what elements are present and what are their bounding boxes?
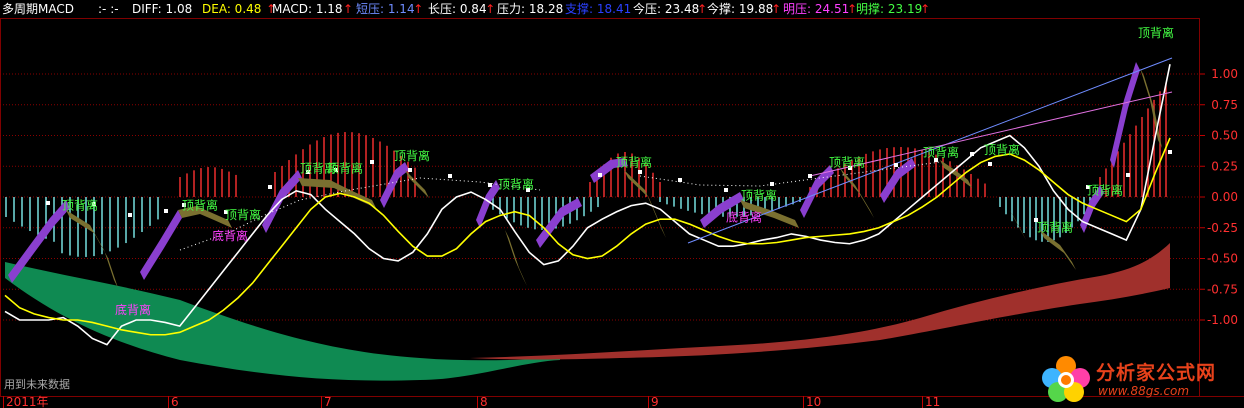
- signal-dot: [970, 152, 974, 156]
- flower-logo-icon: [1042, 356, 1090, 402]
- header-item-8: 今撑: 19.88: [707, 2, 774, 16]
- x-tick-label: 7: [324, 395, 332, 408]
- red-band: [470, 243, 1170, 360]
- header-item-4: 长压: 0.84: [428, 2, 487, 16]
- macd-ribbon: [536, 198, 582, 248]
- signal-dot: [128, 213, 132, 217]
- signal-dot: [894, 163, 898, 167]
- macd-bands: [5, 243, 1170, 381]
- x-tick-label: 10: [806, 395, 821, 408]
- annotation-label: 顶背离: [225, 207, 261, 222]
- annotation-label: 顶背离: [327, 160, 363, 175]
- y-tick-label: 1.00: [1211, 67, 1238, 81]
- y-tick-label: -0.50: [1207, 252, 1238, 266]
- up-arrow-icon: ↑: [343, 2, 354, 16]
- signal-dot: [164, 209, 168, 213]
- up-arrow-icon: ↑: [485, 2, 496, 16]
- signal-dot: [370, 160, 374, 164]
- footer-note: 用到未来数据: [4, 378, 70, 391]
- header-item-5: 压力: 18.28: [497, 2, 564, 16]
- signal-dot: [678, 178, 682, 182]
- annotation-label: 顶背离: [62, 197, 98, 212]
- macd-ribbon: [800, 165, 834, 218]
- x-tick-label: 11: [925, 395, 940, 408]
- annotation-label: 顶背离: [1037, 219, 1073, 234]
- signal-dot: [448, 174, 452, 178]
- x-tick-label: 6: [171, 395, 179, 408]
- annotation-label: 底背离: [212, 228, 248, 243]
- annotation-label: 顶背离: [498, 176, 534, 191]
- indicator-separator: :- :-: [98, 2, 119, 16]
- annotation-label: 顶背离: [741, 187, 777, 202]
- up-arrow-icon: ↑: [697, 2, 708, 16]
- signal-dot: [1126, 173, 1130, 177]
- indicator-title: 多周期MACD: [2, 2, 74, 16]
- y-tick-label: -0.75: [1207, 282, 1238, 296]
- signal-dot: [988, 162, 992, 166]
- x-tick-label: 9: [651, 395, 659, 408]
- macd-ribbon: [405, 170, 454, 248]
- signal-dot: [268, 185, 272, 189]
- signal-dot: [808, 174, 812, 178]
- macd-histogram: [5, 62, 1167, 288]
- macd-ribbon: [1040, 230, 1076, 270]
- signal-dot: [638, 170, 642, 174]
- header-item-0: DIFF: 1.08: [132, 2, 193, 16]
- macd-ribbon: [940, 160, 972, 188]
- header-item-9: 明压: 24.51: [783, 2, 850, 16]
- signal-dot: [408, 168, 412, 172]
- indicator-header: 多周期MACD :- :- DIFF: 1.08 DEA: 0.48 ↑ MACD: …: [0, 0, 1200, 18]
- signal-dot: [46, 201, 50, 205]
- header-item-2: MACD: 1.18: [272, 2, 343, 16]
- y-tick-label: -1.00: [1207, 313, 1238, 327]
- header-item-1: DEA: 0.48: [202, 2, 262, 16]
- site-logo: 分析家公式网 www.88gs.com: [1038, 352, 1238, 404]
- header-item-10: 明撑: 23.19: [856, 2, 923, 16]
- annotation-label: 顶背离: [616, 154, 652, 169]
- y-tick-label: 0.00: [1211, 190, 1238, 204]
- annotation-label: 顶背离: [394, 148, 430, 163]
- header-item-7: 今压: 23.48: [633, 2, 700, 16]
- macd-ribbon: [1000, 190, 1026, 240]
- macd-chart: 顶背离 顶背离顶背离底背离顶背离顶背离顶背离顶背离顶背离顶背离底背离顶背离顶背离顶…: [0, 18, 1244, 408]
- annotation-label: 顶背离: [984, 142, 1020, 157]
- y-tick-label: 0.75: [1211, 98, 1238, 112]
- up-arrow-icon: ↑: [771, 2, 782, 16]
- annotation-label: 顶背离: [923, 144, 959, 159]
- y-tick-label: 0.25: [1211, 159, 1238, 173]
- logo-name: 分析家公式网: [1096, 362, 1217, 384]
- header-item-6: 支撑: 18.41: [565, 2, 632, 16]
- header-item-3: 短压: 1.14: [356, 2, 415, 16]
- annotation-label: 顶背离: [1138, 25, 1174, 40]
- annotation-label: 顶背离: [1087, 183, 1123, 198]
- up-arrow-icon: ↑: [920, 2, 931, 16]
- signal-dot: [598, 173, 602, 177]
- y-axis: 1.00 0.75 0.50 0.25 0.00 -0.25 -0.50 -0.75 -1.00: [1200, 67, 1238, 327]
- annotation-label: 底背离: [115, 302, 151, 317]
- up-arrow-icon: ↑: [413, 2, 424, 16]
- annotation-label: 顶背离: [829, 154, 865, 169]
- x-tick-label: 8: [480, 395, 488, 408]
- x-tick-label: 2011年: [6, 395, 49, 408]
- y-tick-label: 0.50: [1211, 129, 1238, 143]
- y-tick-label: -0.25: [1207, 221, 1238, 235]
- logo-url: www.88gs.com: [1098, 384, 1190, 398]
- signal-dot: [724, 188, 728, 192]
- signal-dot: [1168, 150, 1172, 154]
- annotation-label: 底背离: [726, 210, 762, 225]
- macd-ribbon: [140, 210, 182, 280]
- signal-dot: [488, 183, 492, 187]
- annotation-label: 顶背离: [182, 197, 218, 212]
